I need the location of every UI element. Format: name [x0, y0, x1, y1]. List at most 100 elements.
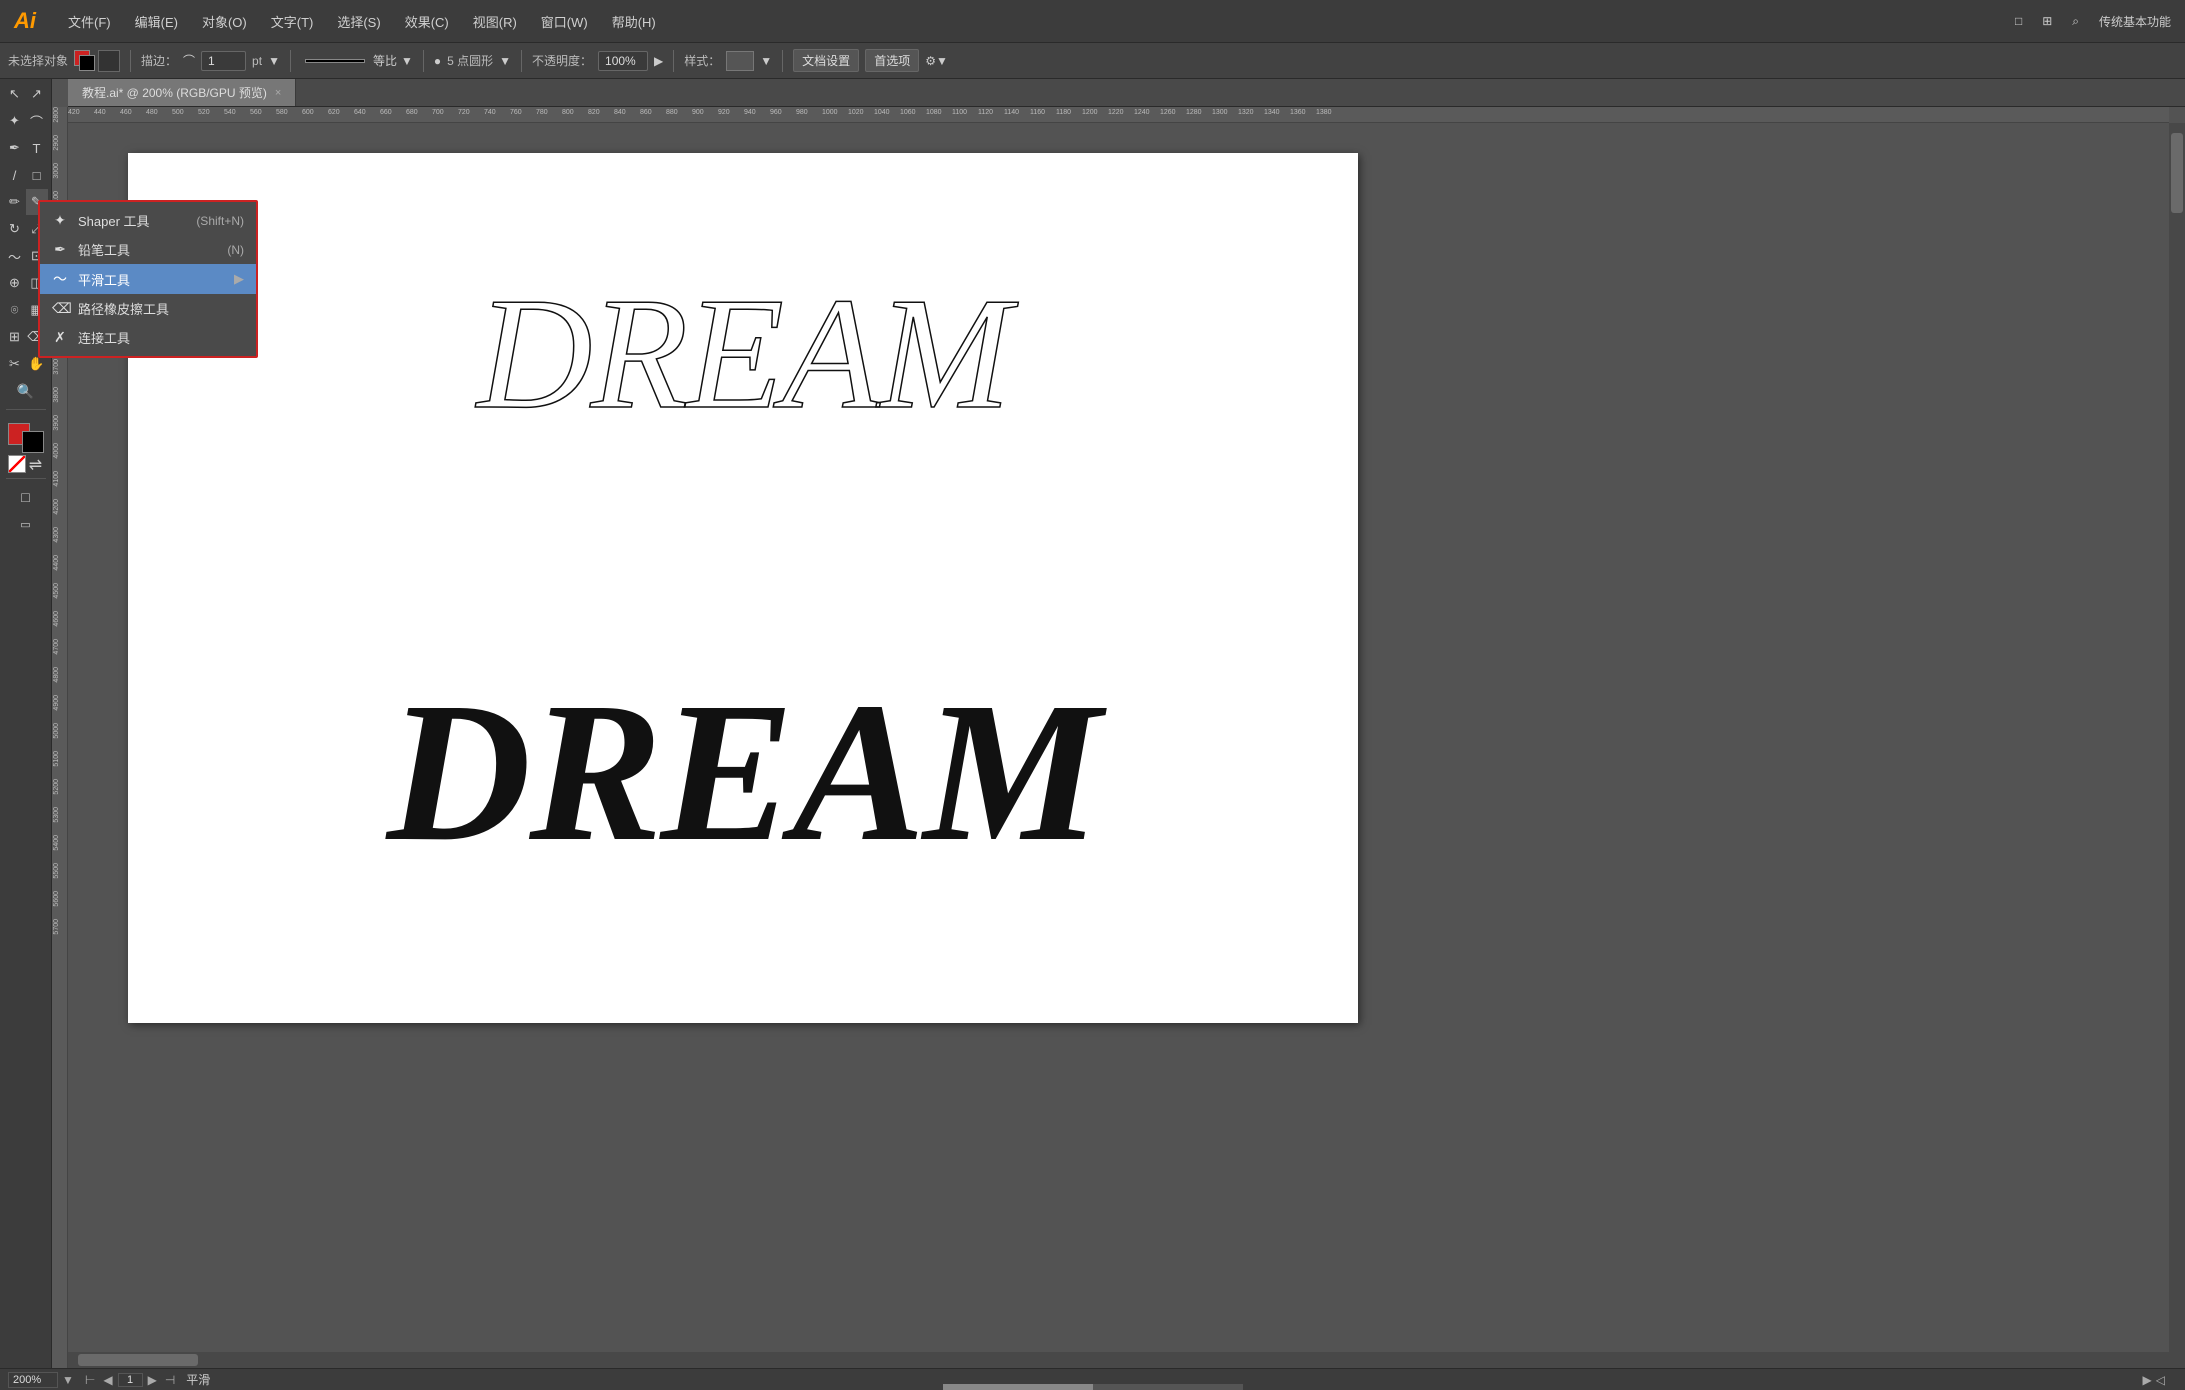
shaper-label: Shaper 工具	[78, 211, 150, 230]
doc-settings-btn[interactable]: 文档设置	[793, 49, 859, 72]
tab-document[interactable]: 教程.ai* @ 200% (RGB/GPU 预览) ×	[68, 79, 296, 106]
shaper-icon: ✦	[52, 212, 68, 229]
warp-tool[interactable]: 〜	[4, 243, 26, 269]
page-nav: ⊢ ◀ ▶ ⊣	[82, 1373, 178, 1387]
menu-object[interactable]: 对象(O)	[192, 8, 257, 35]
lasso-tool[interactable]: ⌒	[26, 108, 48, 134]
stroke-type-label: 等比	[373, 52, 397, 69]
rotate-tool[interactable]: ↻	[4, 216, 26, 242]
workspace-label: 传统基本功能	[2093, 11, 2177, 32]
page-input[interactable]	[118, 1373, 143, 1387]
canvas-area: DREAM DREAM	[68, 123, 2169, 1368]
scissors-tool[interactable]: ✂	[4, 351, 26, 377]
sep5	[673, 50, 674, 72]
last-page-btn[interactable]: ⊣	[162, 1373, 178, 1387]
style-swatch[interactable]	[726, 51, 754, 71]
submenu-smooth-tool[interactable]: 〜 平滑工具 ▶	[40, 264, 256, 294]
menu-file[interactable]: 文件(F)	[58, 8, 121, 35]
stroke-width-input[interactable]	[201, 51, 246, 71]
select-tool[interactable]: ↖	[4, 81, 26, 107]
opacity-input[interactable]	[598, 51, 648, 71]
workspace-icon[interactable]: ⊞	[2036, 12, 2058, 30]
screen-mode-btn[interactable]: ▭	[4, 511, 48, 537]
scrollbar-horizontal[interactable]	[68, 1352, 2169, 1368]
status-play-btn[interactable]: ▶	[2143, 1373, 2152, 1387]
zoom-input[interactable]	[8, 1372, 58, 1388]
toolbar: 未选择对象 描边： ⌒ pt ▼ 等比 ▼ ● 5 点圆形 ▼ 不透明度： ▶ …	[0, 43, 2185, 79]
tab-bar: 教程.ai* @ 200% (RGB/GPU 预览) ×	[68, 79, 2185, 107]
stroke-icon: ⌒	[183, 52, 195, 69]
preferences-btn[interactable]: 首选项	[865, 49, 919, 72]
stroke-color-swatch[interactable]	[22, 431, 44, 453]
artboard: DREAM DREAM	[128, 153, 1358, 1023]
menu-window[interactable]: 窗口(W)	[531, 8, 598, 35]
menu-edit[interactable]: 编辑(E)	[125, 8, 188, 35]
shaper-shortcut: (Shift+N)	[196, 214, 244, 228]
stroke-type-dropdown[interactable]: ▼	[401, 54, 413, 68]
ruler-numbers: 4204404604805005205405605806006206406606…	[68, 107, 2169, 122]
none-swatch[interactable]	[8, 455, 26, 473]
preferences-icon[interactable]: ⚙▼	[925, 54, 948, 68]
progress-bar-fill	[943, 1384, 1093, 1390]
brush-dropdown[interactable]: ▼	[499, 54, 511, 68]
brush-tool[interactable]: ✏	[4, 189, 26, 215]
tool-submenu: ✦ Shaper 工具 (Shift+N) ✒ 铅笔工具 (N) 〜 平滑工具 …	[38, 200, 258, 358]
submenu-pen-tool[interactable]: ✒ 铅笔工具 (N)	[40, 235, 256, 264]
menu-select[interactable]: 选择(S)	[327, 8, 390, 35]
menu-effect[interactable]: 效果(C)	[395, 8, 459, 35]
pen-tool[interactable]: ✒	[4, 135, 26, 161]
stroke-color-btn[interactable]	[98, 50, 120, 72]
shape-builder-tool[interactable]: ⊕	[4, 270, 26, 296]
join-label: 连接工具	[78, 328, 130, 347]
status-nav-right[interactable]: ◁	[2156, 1373, 2165, 1387]
opacity-label: 不透明度：	[532, 52, 592, 69]
direct-select-tool[interactable]: ↗	[26, 81, 48, 107]
scrollbar-h-thumb[interactable]	[78, 1354, 198, 1366]
zoom-dropdown[interactable]: ▼	[62, 1373, 74, 1387]
submenu-path-eraser-tool[interactable]: ⌫ 路径橡皮擦工具	[40, 294, 256, 323]
smooth-icon: 〜	[52, 269, 68, 289]
eyedropper-tool[interactable]: ⌾	[4, 297, 26, 323]
slice-tool[interactable]: ⊞	[4, 324, 26, 350]
rect-tool[interactable]: □	[26, 162, 48, 188]
pen-shortcut: (N)	[227, 243, 244, 257]
smooth-label: 平滑工具	[78, 270, 130, 289]
swap-colors-icon[interactable]: ⇌	[28, 455, 44, 471]
opacity-expand[interactable]: ▶	[654, 54, 663, 68]
menu-help[interactable]: 帮助(H)	[602, 8, 666, 35]
tool-separator	[6, 409, 46, 410]
progress-bar	[943, 1384, 1243, 1390]
first-page-btn[interactable]: ⊢	[82, 1373, 98, 1387]
zoom-tool[interactable]: 🔍	[4, 378, 48, 404]
tab-title: 教程.ai* @ 200% (RGB/GPU 预览)	[82, 84, 267, 101]
line-tool[interactable]: /	[4, 162, 26, 188]
fill-mode-btn[interactable]: □	[4, 484, 48, 510]
status-right-controls: ▶ ◁	[2143, 1373, 2165, 1387]
sep1	[130, 50, 131, 72]
style-dropdown[interactable]: ▼	[760, 54, 772, 68]
next-page-btn[interactable]: ▶	[145, 1373, 160, 1387]
stroke-preview	[305, 59, 365, 63]
menu-view[interactable]: 视图(R)	[463, 8, 527, 35]
tab-close-btn[interactable]: ×	[275, 87, 281, 99]
prev-page-btn[interactable]: ◀	[100, 1373, 115, 1387]
type-tool[interactable]: T	[26, 135, 48, 161]
brush-dot-icon: ●	[434, 54, 441, 68]
magic-wand-tool[interactable]: ✦	[4, 108, 26, 134]
menu-bar: Ai 文件(F) 编辑(E) 对象(O) 文字(T) 选择(S) 效果(C) 视…	[0, 0, 2185, 43]
search-icon[interactable]: ⌕	[2066, 12, 2085, 31]
submenu-join-tool[interactable]: ✗ 连接工具	[40, 323, 256, 352]
join-icon: ✗	[52, 329, 68, 346]
lasso-group: ✦ ⌒	[4, 108, 48, 134]
none-default-row: ⇌	[8, 455, 44, 473]
scrollbar-v-thumb[interactable]	[2171, 133, 2183, 213]
stroke-pt-label: pt	[252, 54, 262, 68]
stroke-label: 描边：	[141, 52, 177, 69]
menu-text[interactable]: 文字(T)	[261, 8, 324, 35]
stroke-unit-dropdown[interactable]: ▼	[268, 54, 280, 68]
screen-mode-icon[interactable]: □	[2009, 12, 2028, 30]
submenu-shaper-tool[interactable]: ✦ Shaper 工具 (Shift+N)	[40, 206, 256, 235]
scrollbar-vertical[interactable]	[2169, 123, 2185, 1368]
app-logo: Ai	[8, 8, 42, 34]
select-tool-group: ↖ ↗	[4, 81, 48, 107]
